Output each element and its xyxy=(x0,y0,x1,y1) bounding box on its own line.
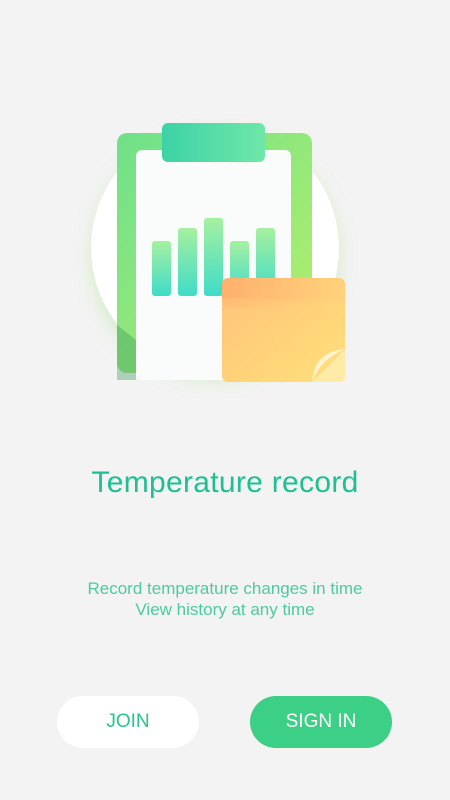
page-subtitle: Record temperature changes in time View … xyxy=(0,578,450,620)
chart-bar xyxy=(204,218,223,296)
join-button[interactable]: JOIN xyxy=(57,696,199,748)
chart-bar xyxy=(152,241,171,296)
clipboard-clip xyxy=(162,123,265,162)
clipboard-illustration-icon xyxy=(91,123,345,382)
sign-in-button[interactable]: SIGN IN xyxy=(250,696,392,748)
subtitle-line: View history at any time xyxy=(135,600,315,619)
page-title: Temperature record xyxy=(91,466,359,499)
sticky-note xyxy=(222,278,345,382)
chart-bar xyxy=(178,228,197,296)
subtitle-line: Record temperature changes in time xyxy=(87,579,363,598)
